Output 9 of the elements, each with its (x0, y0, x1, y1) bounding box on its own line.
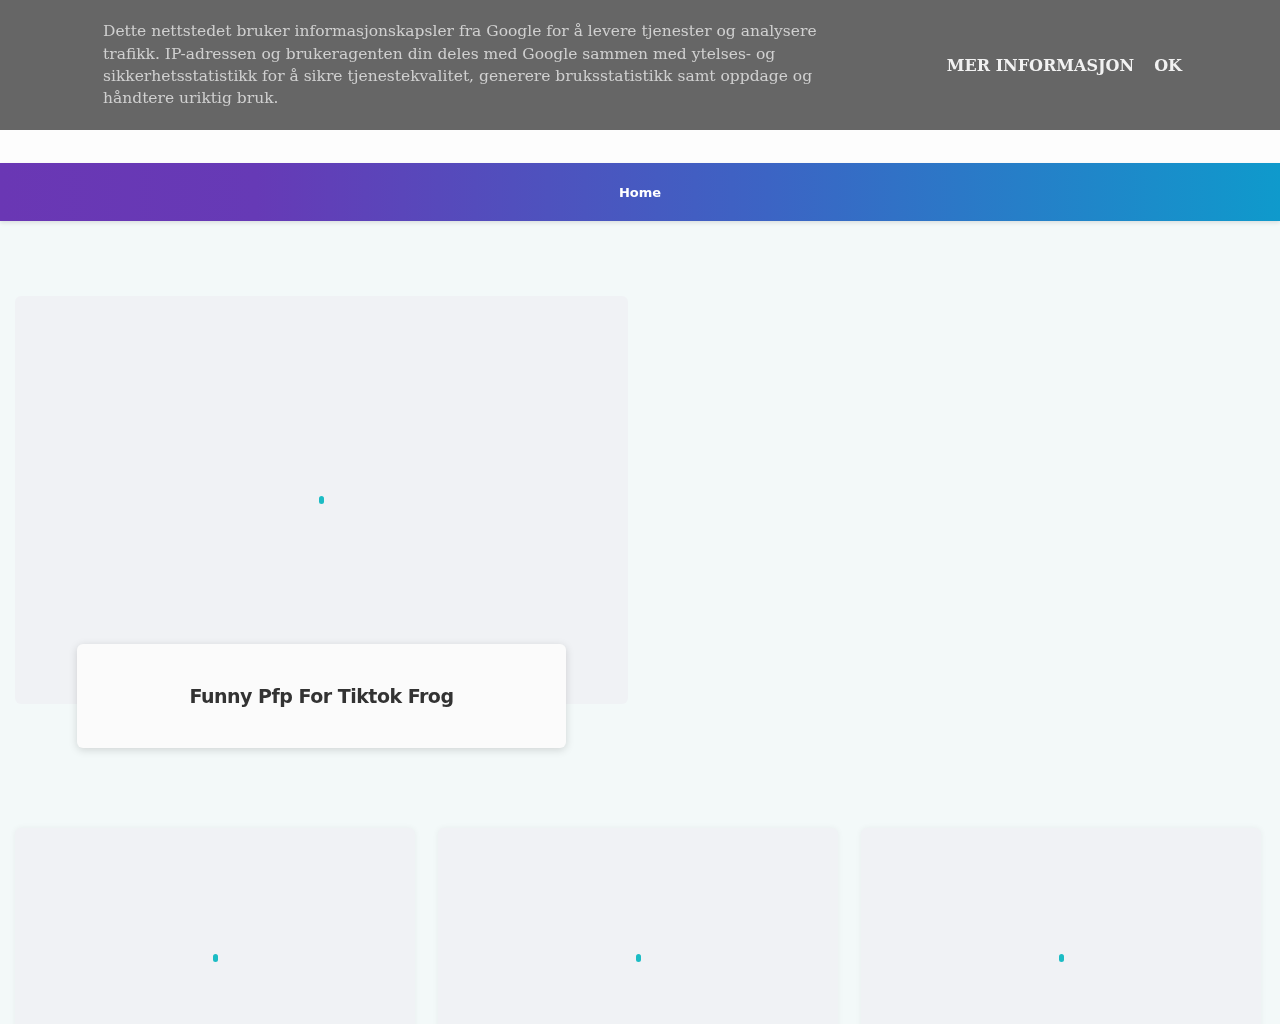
nav-link[interactable]: Home (612, 180, 668, 204)
cookie-notice: Dette nettstedet bruker informasjonskapsler fra Google for å levere tjenester og analysere trafikk. IP-adressen og brukeragenten din deles med Google sammen med ytelses- og sikkerhetsstatistikk for å sikre tjenestekvalitet, generere bruksstatistikk samt oppdage og håndtere uriktig bruk. (103, 21, 818, 110)
loading-icon (319, 496, 324, 504)
banner-button[interactable]: OK (1154, 55, 1182, 75)
post-title[interactable]: Funny Pfp For Tiktok Frog (189, 685, 454, 707)
loading-icon (212, 954, 218, 962)
banner-button[interactable]: MER INFORMASJON (946, 55, 1135, 75)
loading-icon (1058, 954, 1064, 962)
loading-icon (635, 954, 641, 962)
